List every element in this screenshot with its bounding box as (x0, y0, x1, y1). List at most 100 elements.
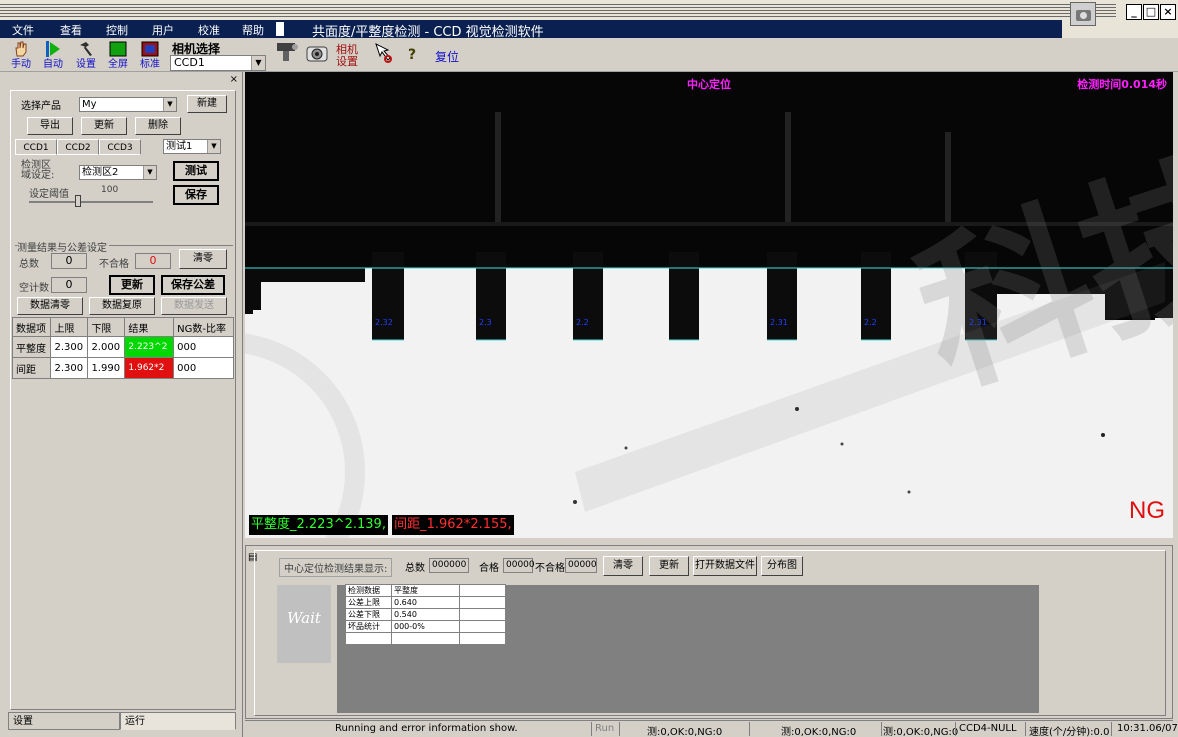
status-bar: Running and error information show. Run … (245, 720, 1178, 737)
pass-field: 00000 (503, 558, 535, 573)
detection-table: 检测数据 平整度 公差上限 0.640 公差下限 0.540 坏品统计 000-0% (345, 584, 506, 645)
camera-app-icon (1070, 2, 1096, 26)
table-row[interactable]: 间距 2.300 1.990 1.962*2 000 (11, 357, 234, 379)
cell: 平整度 (391, 584, 460, 597)
left-bottom-tabs: 设置 运行 (8, 712, 238, 730)
chevron-down-icon[interactable]: ▼ (143, 166, 156, 179)
camera-select[interactable]: CCD1 ▼ (170, 55, 266, 71)
standard-button[interactable]: 标准 (135, 40, 165, 70)
region-select-value: 检测区2 (82, 167, 119, 178)
export-button[interactable]: 导出 (27, 117, 73, 135)
tab-ccd1[interactable]: CCD1 (15, 139, 57, 155)
threshold-label: 设定阈值 (29, 189, 69, 200)
total-label: 总数 (405, 563, 425, 574)
clear-button[interactable]: 清零 (179, 249, 227, 269)
manual-label: 手动 (11, 59, 31, 70)
camera-status: CCD4-NULL (959, 723, 1017, 734)
measurement-readout: 平整度_2.223^2.139, 间距_1.962*2.155, (249, 515, 514, 535)
menu-user[interactable]: 用户 (152, 22, 174, 38)
empty-count-label: 空计数 (19, 283, 49, 294)
camera-settings-button[interactable]: 相机 设置 (333, 40, 361, 70)
settings-button[interactable]: 设置 (71, 40, 101, 70)
test-button[interactable]: 测试 (173, 161, 219, 181)
lower-limit[interactable]: 1.990 (87, 357, 126, 379)
open-data-file-button[interactable]: 打开数据文件 (693, 556, 757, 576)
chevron-down-icon[interactable]: ▼ (163, 98, 176, 111)
camera-icon (306, 46, 328, 62)
distribution-button[interactable]: 分布图 (761, 556, 803, 576)
pass-label: 合格 (479, 563, 499, 574)
menu-control[interactable]: 控制 (106, 22, 128, 38)
delete-button[interactable]: 删除 (135, 117, 181, 135)
lower-limit[interactable]: 2.000 (87, 336, 126, 358)
new-product-button[interactable]: 新建 (187, 95, 227, 113)
menu-view[interactable]: 查看 (60, 22, 82, 38)
data-restore-button[interactable]: 数据复原 (89, 297, 155, 315)
upper-limit[interactable]: 2.300 (50, 336, 89, 358)
status-message: Running and error information show. (335, 723, 518, 734)
question-icon: ? (407, 47, 417, 63)
save-tolerance-button[interactable]: 保存公差 (161, 275, 225, 295)
run-indicator: Run (595, 723, 615, 734)
help-button[interactable]: ? (402, 40, 422, 70)
verdict-label: NG (1129, 497, 1165, 524)
total-field: 000000 (429, 558, 469, 573)
fail-label: 不合格 (99, 259, 129, 270)
threshold-slider-handle[interactable] (75, 195, 81, 207)
tab-run[interactable]: 运行 (120, 712, 236, 730)
tab-settings[interactable]: 设置 (8, 712, 120, 730)
results-clear-button[interactable]: 清零 (603, 556, 643, 576)
pointer-button[interactable] (368, 40, 398, 70)
empty-count-value: 0 (51, 277, 87, 293)
auto-button[interactable]: 自动 (38, 40, 68, 70)
product-select[interactable]: My ▼ (79, 97, 177, 112)
close-icon[interactable]: × (230, 74, 238, 85)
title-bar: 文件 查看 控制 用户 校准 帮助 共面度/平整度检测 - CCD 视觉检测软件… (0, 0, 1178, 40)
data-send-button[interactable]: 数据发送 (161, 297, 227, 315)
hand-icon (15, 41, 27, 57)
restore-button[interactable]: □ (1143, 4, 1159, 20)
camera-image-view[interactable]: 科技 2.32 2.3 2.2 2.31 2.2 2.31 中心定位 检测时间0.014秒… (245, 72, 1173, 538)
menu-help[interactable]: 帮助 (242, 22, 264, 38)
chevron-down-icon[interactable]: ▼ (207, 140, 220, 153)
cell (459, 620, 506, 633)
threshold-value: 100 (101, 185, 119, 195)
close-button[interactable]: × (1160, 4, 1176, 20)
total-value: 0 (51, 253, 87, 269)
save-button[interactable]: 保存 (173, 185, 219, 205)
minimize-button[interactable]: _ (1126, 4, 1142, 20)
column-header: 下限 (87, 317, 126, 337)
manual-button[interactable]: 手动 (6, 40, 36, 70)
fullscreen-button[interactable]: 全屏 (103, 40, 133, 70)
camera-select-value: CCD1 (174, 56, 205, 69)
stat-ccd3: 测:0,OK:0,NG:0 (883, 727, 959, 737)
camera-capture-button[interactable] (302, 40, 332, 70)
refresh-button[interactable]: 更新 (109, 275, 155, 295)
table-row[interactable]: 平整度 2.300 2.000 2.223^2 000 (11, 336, 234, 358)
threshold-slider-track[interactable] (29, 201, 153, 203)
camera-settings-label: 相机 设置 (336, 43, 358, 68)
table-row: 公差下限 0.540 (345, 608, 506, 621)
data-clear-button[interactable]: 数据清零 (17, 297, 83, 315)
region-select[interactable]: 检测区2 ▼ (79, 165, 157, 180)
settings-pane: 选择产品 My ▼ 新建 导出 更新 删除 CCD1 CCD2 CCD3 测试1… (10, 90, 236, 710)
cell: 公差上限 (345, 596, 392, 609)
menu-separator (276, 22, 284, 36)
menu-file[interactable]: 文件 (12, 22, 34, 38)
test-select[interactable]: 测试1 ▼ (163, 139, 221, 154)
stat-ccd2: 测:0,OK:0,NG:0 (781, 727, 857, 737)
camera-gun-button[interactable] (272, 40, 302, 70)
table-row: 公差上限 0.640 (345, 596, 506, 609)
product-select-value: My (82, 99, 97, 110)
tab-ccd2[interactable]: CCD2 (57, 139, 99, 155)
update-button[interactable]: 更新 (81, 117, 127, 135)
cell: 0.640 (391, 596, 460, 609)
menu-calibrate[interactable]: 校准 (198, 22, 220, 38)
reset-button[interactable]: 复位 (435, 48, 459, 65)
results-update-button[interactable]: 更新 (649, 556, 689, 576)
upper-limit[interactable]: 2.300 (50, 357, 89, 379)
tab-ccd3[interactable]: CCD3 (99, 139, 141, 155)
auto-label: 自动 (43, 59, 63, 70)
pin-label: 2.31 (770, 318, 788, 327)
chevron-down-icon[interactable]: ▼ (251, 56, 265, 70)
